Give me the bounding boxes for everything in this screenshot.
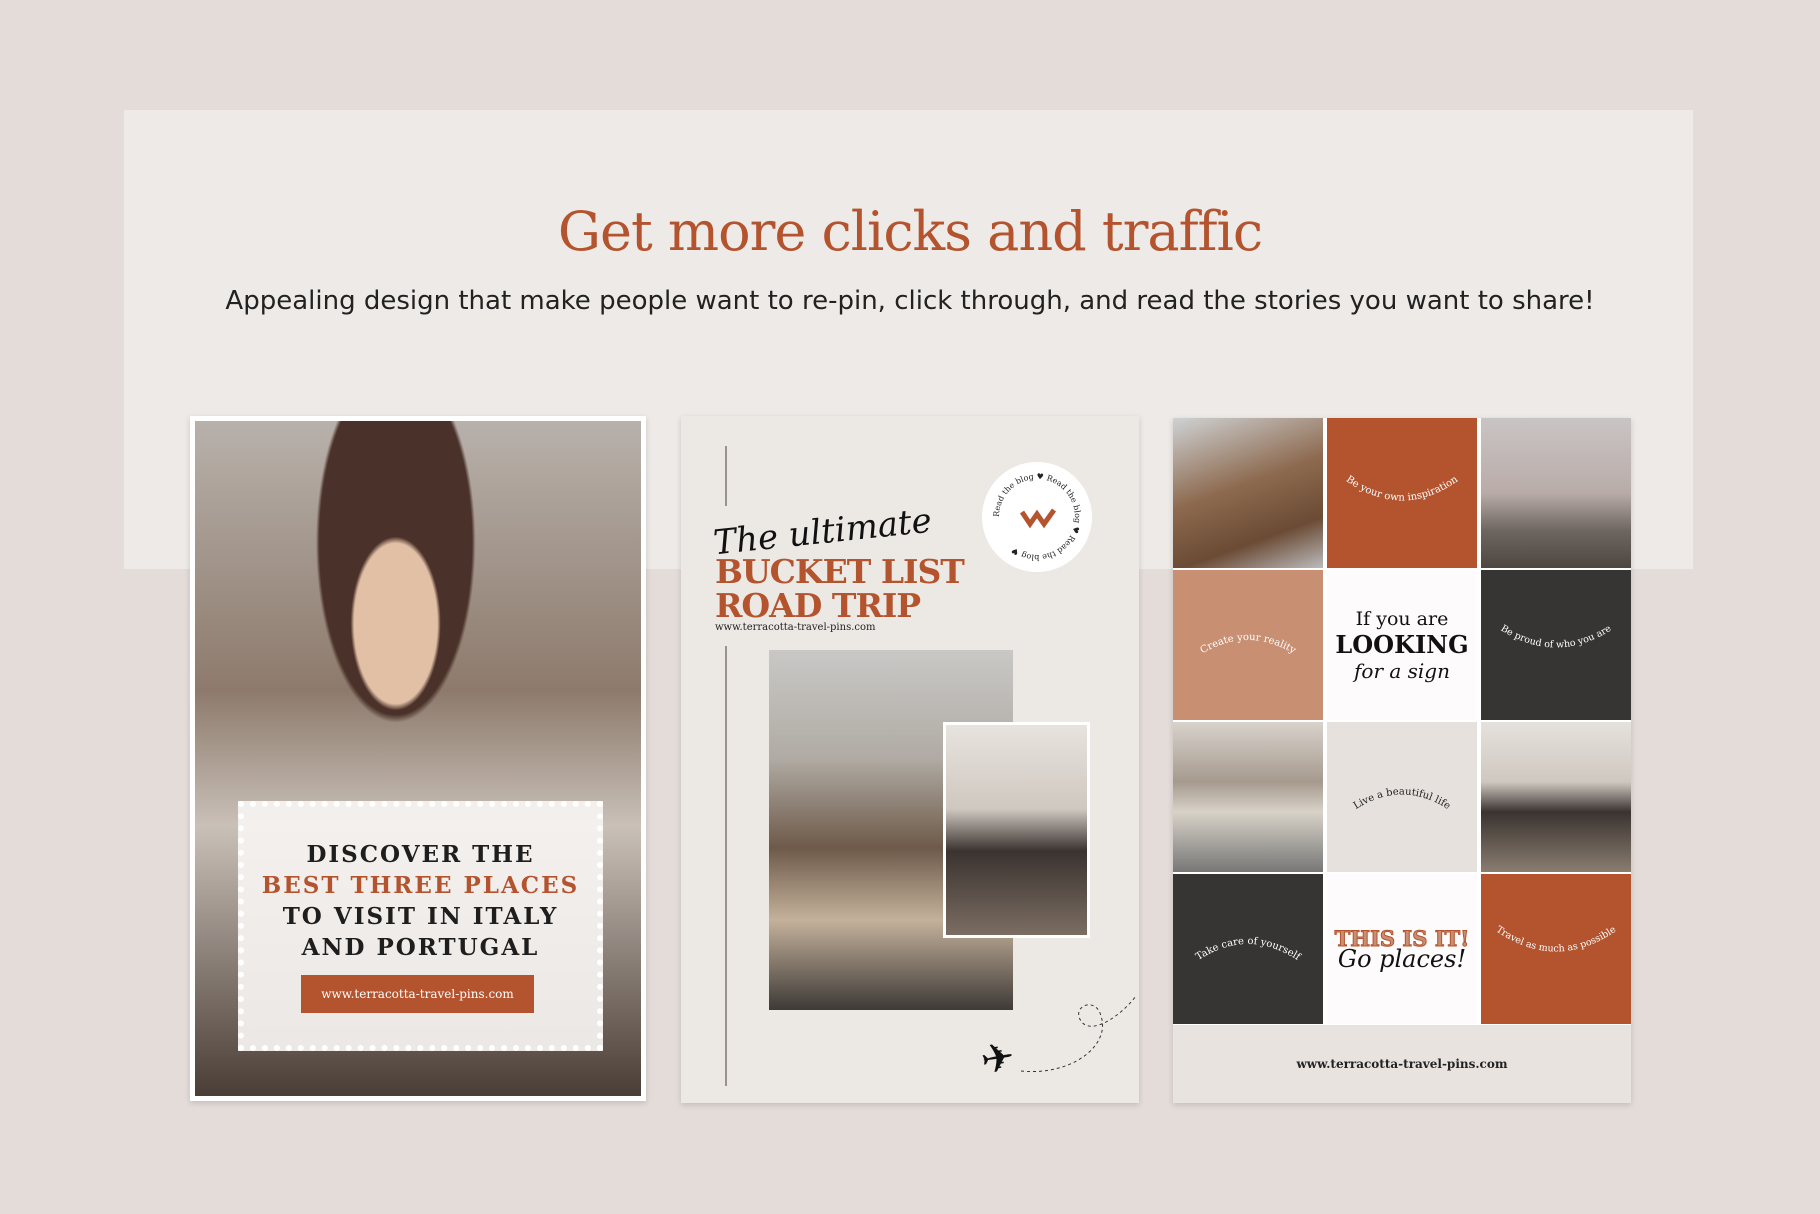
photo-beach bbox=[1481, 418, 1631, 568]
pin-card-italy-portugal: DISCOVER THE BEST THREE PLACES TO VISIT … bbox=[190, 416, 646, 1101]
quote-tile: Be your own inspiration bbox=[1327, 418, 1477, 568]
sign-tile: If you are LOOKING for a sign bbox=[1327, 570, 1477, 720]
quote-text: Be proud of who you are bbox=[1499, 623, 1614, 651]
headline-line: ROAD TRIP bbox=[715, 586, 921, 625]
quote-text: Travel as much as possible bbox=[1494, 924, 1618, 955]
page-title: Get more clicks and traffic bbox=[557, 200, 1263, 263]
svg-text:Travel as much as possible: Travel as much as possible bbox=[1494, 924, 1618, 955]
svg-text:Be proud of who you are: Be proud of who you are bbox=[1499, 623, 1614, 651]
dashed-path bbox=[1020, 995, 1137, 1073]
svg-text:Be your own inspiration: Be your own inspiration bbox=[1344, 474, 1461, 504]
headline-line-accent: BEST THREE PLACES bbox=[261, 872, 580, 899]
page-subtitle: Appealing design that make people want t… bbox=[225, 286, 1595, 316]
headline-line: AND PORTUGAL bbox=[301, 934, 540, 961]
quote-text: Be your own inspiration bbox=[1344, 474, 1461, 504]
site-url: www.terracotta-travel-pins.com bbox=[715, 622, 876, 633]
divider-line bbox=[725, 646, 727, 1086]
svg-text:Live a beautiful life: Live a beautiful life bbox=[1352, 786, 1453, 811]
this-is-it-tile: THIS IS IT! Go places! bbox=[1327, 874, 1477, 1024]
headline-line: DISCOVER THE bbox=[306, 841, 535, 868]
photo-square-woman bbox=[1173, 722, 1323, 872]
divider-line bbox=[725, 446, 727, 506]
site-url: www.terracotta-travel-pins.com bbox=[1173, 1025, 1631, 1103]
read-blog-badge[interactable]: Read the blog ♥ Read the blog ♥ Read the… bbox=[982, 462, 1092, 572]
logo-icon bbox=[1019, 508, 1057, 529]
pin-card-bucket-list: The ultimate BUCKET LIST ROAD TRIP www.t… bbox=[681, 416, 1139, 1103]
quote-tile: Take care of yourself bbox=[1173, 874, 1323, 1024]
quote-tile: Travel as much as possible bbox=[1481, 874, 1631, 1024]
sign-line: If you are bbox=[1355, 607, 1449, 630]
pin-card-quote-grid: Be your own inspiration Create your real… bbox=[1173, 418, 1631, 1103]
svg-text:Take care of yourself: Take care of yourself bbox=[1194, 936, 1303, 964]
sign-line-italic: for a sign bbox=[1354, 658, 1450, 683]
url-button[interactable]: www.terracotta-travel-pins.com bbox=[301, 975, 534, 1013]
quote-text: Take care of yourself bbox=[1194, 936, 1303, 964]
headline-line: TO VISIT IN ITALY bbox=[282, 903, 559, 930]
script-line: Go places! bbox=[1337, 944, 1467, 973]
quote-tile: Live a beautiful life bbox=[1327, 722, 1477, 872]
sign-line-bold: LOOKING bbox=[1335, 629, 1469, 659]
stamp-frame: DISCOVER THE BEST THREE PLACES TO VISIT … bbox=[238, 801, 603, 1051]
photo-street-backpack bbox=[1481, 722, 1631, 872]
photo-coat-river bbox=[1173, 418, 1323, 568]
svg-text:Create your reality: Create your reality bbox=[1199, 632, 1298, 657]
quote-text: Live a beautiful life bbox=[1352, 786, 1453, 811]
quote-tile: Create your reality bbox=[1173, 570, 1323, 720]
quote-text: Create your reality bbox=[1199, 632, 1298, 657]
quote-tile: Be proud of who you are bbox=[1481, 570, 1631, 720]
photo-street-backpack bbox=[943, 722, 1090, 938]
